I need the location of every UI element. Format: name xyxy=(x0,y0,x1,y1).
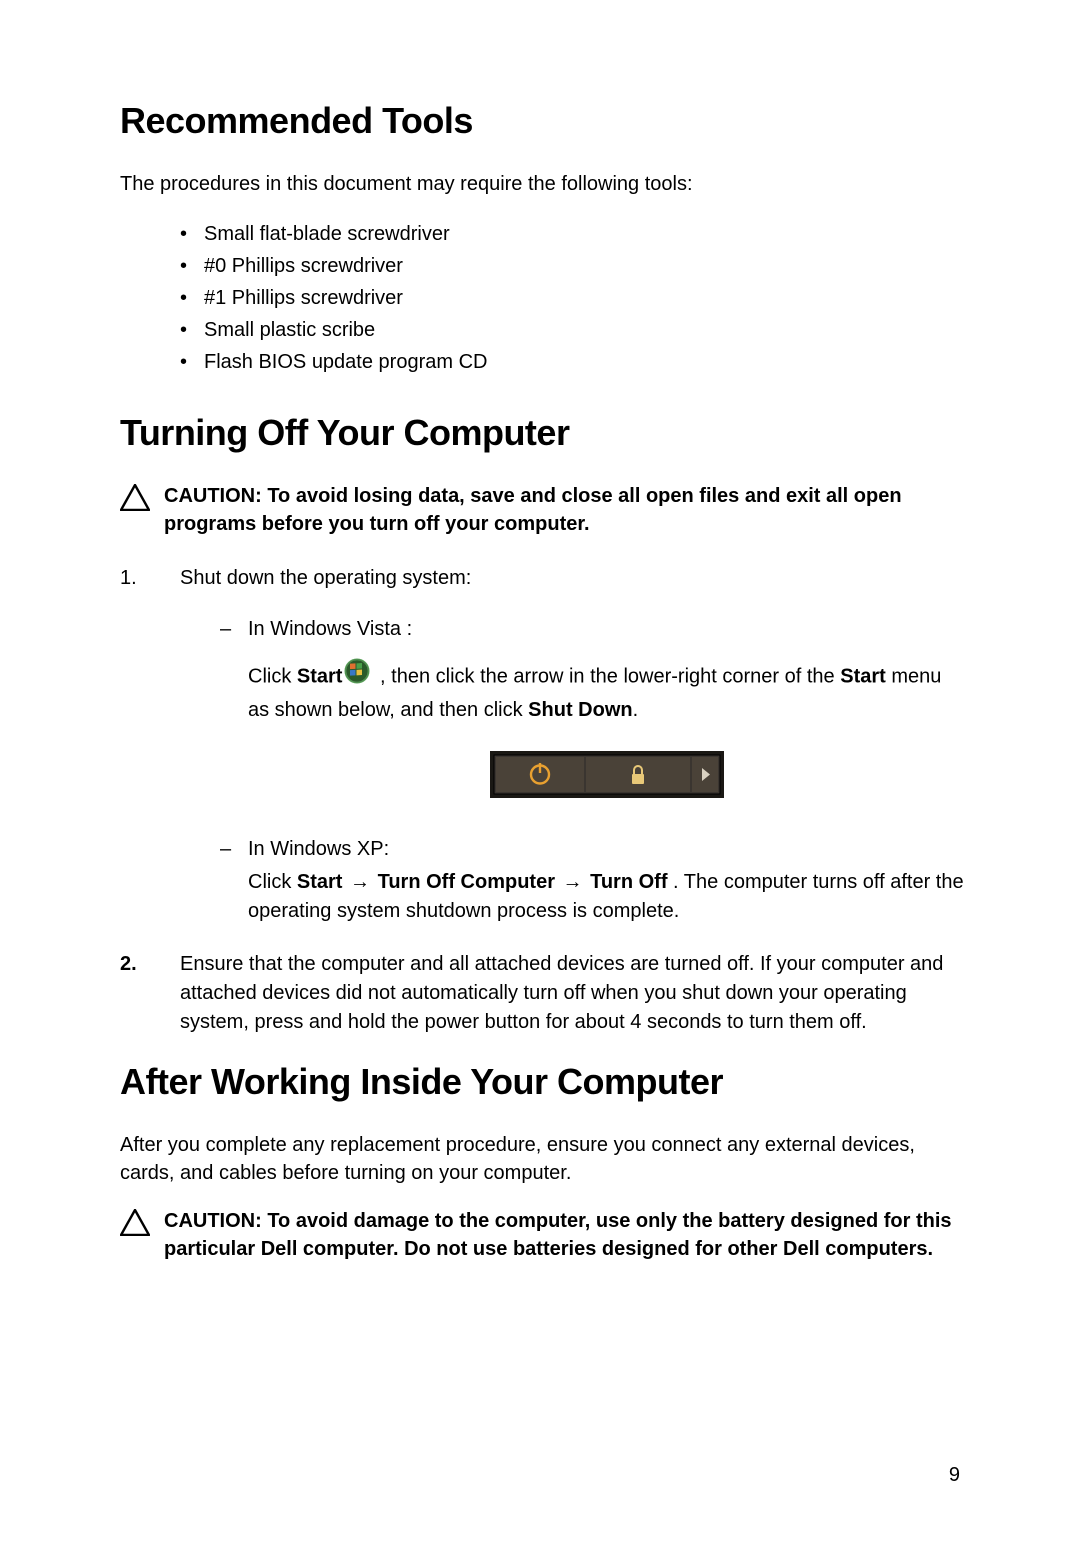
vista-label: In Windows Vista : xyxy=(248,618,412,640)
after-intro: After you complete any replacement proce… xyxy=(120,1131,965,1187)
start-label: Start xyxy=(297,665,343,687)
heading-turning-off: Turning Off Your Computer xyxy=(120,412,965,454)
step-item: Shut down the operating system: – In Win… xyxy=(120,564,965,926)
page-number: 9 xyxy=(949,1464,960,1487)
arrow-icon: → xyxy=(557,871,588,893)
caution-text: CAUTION: To avoid damage to the computer… xyxy=(164,1207,965,1263)
text: Click xyxy=(248,665,297,687)
document-page: Recommended Tools The procedures in this… xyxy=(0,0,1080,1349)
caution-text: CAUTION: To avoid losing data, save and … xyxy=(164,482,965,538)
list-item: Flash BIOS update program CD xyxy=(180,346,965,378)
step2-text: Ensure that the computer and all attache… xyxy=(180,953,943,1033)
list-item: Small plastic scribe xyxy=(180,314,965,346)
tools-intro: The procedures in this document may requ… xyxy=(120,170,965,198)
heading-after-working: After Working Inside Your Computer xyxy=(120,1061,965,1103)
shutdown-bar-image xyxy=(490,751,724,807)
vista-paragraph: Click Start , then click the arrow in th… xyxy=(248,658,965,725)
sub-item-xp: – In Windows XP: Click Start → Turn Off … xyxy=(220,835,965,926)
step1-intro: Shut down the operating system: xyxy=(180,567,471,589)
caution-block: CAUTION: To avoid losing data, save and … xyxy=(120,482,965,538)
dash-icon: – xyxy=(220,615,231,644)
start-orb-icon xyxy=(344,658,370,693)
steps-list: Shut down the operating system: – In Win… xyxy=(120,564,965,1037)
sub-item-vista: – In Windows Vista : Click Start , then … xyxy=(220,615,965,807)
xp-label: In Windows XP: xyxy=(248,838,389,860)
list-item: Small flat-blade screwdriver xyxy=(180,218,965,250)
turnoff-label: Turn Off xyxy=(590,871,667,893)
start-label: Start xyxy=(840,665,886,687)
turnoff-computer-label: Turn Off Computer xyxy=(378,871,555,893)
caution-block: CAUTION: To avoid damage to the computer… xyxy=(120,1207,965,1263)
list-item: #1 Phillips screwdriver xyxy=(180,282,965,314)
start-label: Start xyxy=(297,871,343,893)
arrow-icon: → xyxy=(344,871,375,893)
shutdown-label: Shut Down xyxy=(528,699,632,721)
caution-icon xyxy=(120,1209,150,1241)
list-item: #0 Phillips screwdriver xyxy=(180,250,965,282)
text: Click xyxy=(248,871,297,893)
text: , then click the arrow in the lower-righ… xyxy=(374,665,840,687)
caution-icon xyxy=(120,484,150,516)
step-item: Ensure that the computer and all attache… xyxy=(120,950,965,1037)
heading-recommended-tools: Recommended Tools xyxy=(120,100,965,142)
dash-icon: – xyxy=(220,835,231,864)
xp-paragraph: Click Start → Turn Off Computer → Turn O… xyxy=(248,868,965,926)
text: . xyxy=(633,699,639,721)
tools-list: Small flat-blade screwdriver #0 Phillips… xyxy=(180,218,965,378)
